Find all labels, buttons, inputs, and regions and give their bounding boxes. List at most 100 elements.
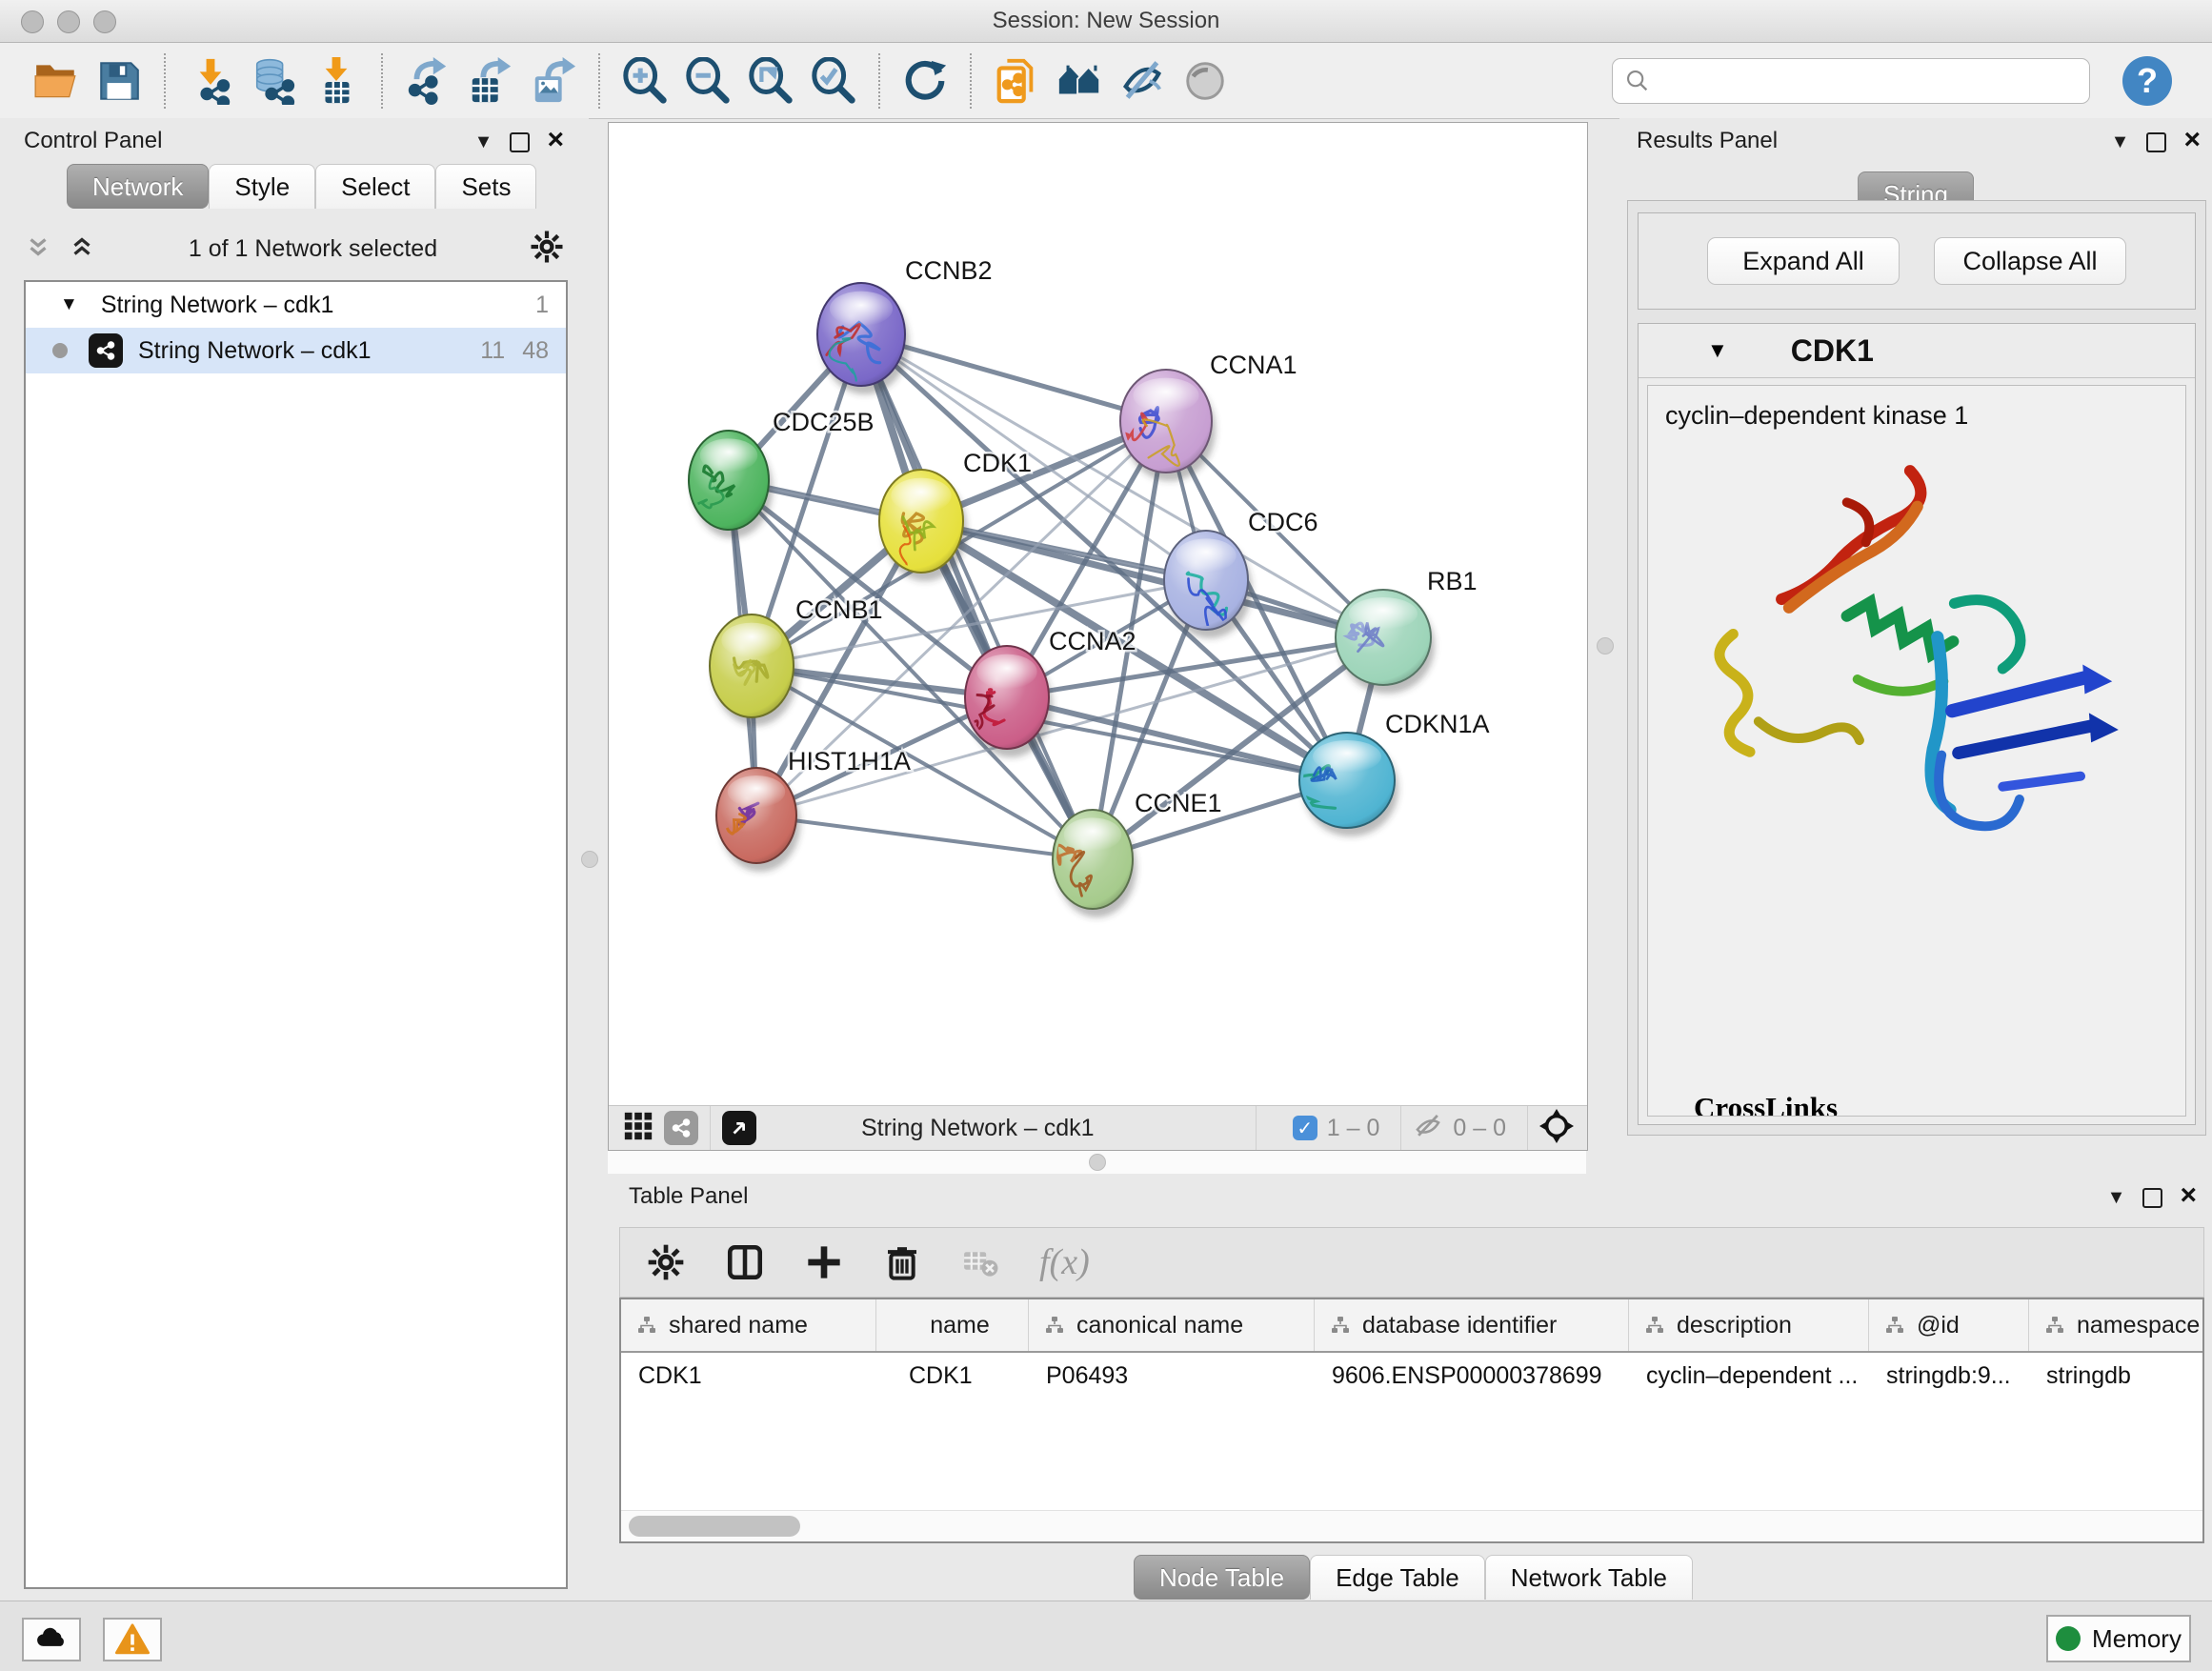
selected-nodes-checkbox[interactable]: ✓ [1293,1116,1317,1140]
warnings-button[interactable] [103,1618,162,1661]
zoom-in-button[interactable] [618,54,672,108]
cloud-icon [34,1622,69,1657]
gene-description: cyclin–dependent kinase 1 [1665,401,2185,431]
results-panel-close-icon[interactable]: × [2183,126,2201,154]
tab-network-table[interactable]: Network Table [1485,1555,1693,1600]
import-network-from-database-button[interactable] [247,54,300,108]
table-options-gear-icon[interactable] [647,1243,685,1281]
bottom-splitter[interactable] [608,1149,1586,1175]
collapse-all-networks-icon[interactable] [68,232,96,266]
network-node-CCNB2[interactable] [817,283,909,394]
column-header-database-identifier[interactable]: database identifier [1315,1299,1629,1351]
tab-network[interactable]: Network [67,164,209,209]
network-list-toolbar: 1 of 1 Network selected [24,225,564,272]
network-canvas[interactable]: CCNB2CCNA1CDC25BCDK1CDC6RB1CCNB1CCNA2CDK… [609,123,1585,1104]
string-results-buttons: Expand All Collapse All [1638,212,2196,310]
status-bar: Memory [0,1601,2212,1671]
control-panel-close-icon[interactable]: × [547,126,564,154]
zoom-fit-button[interactable] [744,54,797,108]
scrollbar-thumb[interactable] [629,1516,800,1537]
column-header-canonical-name[interactable]: canonical name [1029,1299,1315,1351]
export-table-button[interactable] [464,54,517,108]
table-panel-float-icon[interactable]: ▼ [2107,1188,2126,1207]
select-columns-icon[interactable] [725,1242,765,1282]
zoom-out-button[interactable] [681,54,734,108]
results-panel-undock-icon[interactable] [2146,132,2166,152]
warning-icon [115,1622,150,1657]
left-splitter[interactable] [572,118,608,1601]
import-network-button[interactable] [184,54,237,108]
toggle-glass-design-button[interactable] [1116,54,1169,108]
network-row-selected[interactable]: String Network – cdk1 11 48 [26,328,566,373]
node-label-CCNB2: CCNB2 [905,256,993,285]
results-panel-float-icon[interactable]: ▼ [2111,132,2130,151]
gene-collapse-icon[interactable]: ▼ [1707,338,1728,363]
cloud-button[interactable] [22,1618,81,1661]
column-header-namespace[interactable]: namespace [2029,1299,2204,1351]
crosslinks-section: CrossLinks Uniprot:P06493GeneCard:P06493… [1694,1091,2166,1117]
refresh-button[interactable] [898,54,952,108]
table-cell: P06493 [1029,1353,1315,1399]
eye-button[interactable] [1178,54,1232,108]
network-current-dot [52,343,68,358]
table-horizontal-scrollbar[interactable] [621,1510,2202,1541]
column-header-@id[interactable]: @id [1869,1299,2029,1351]
delete-column-icon[interactable] [883,1243,921,1281]
network-node-CCNB1[interactable] [710,614,797,726]
string-results-container: Expand All Collapse All ▼ CDK1 cyclin–de… [1627,200,2206,1136]
hidden-counts: 0 – 0 [1453,1115,1506,1142]
network-share-icon[interactable] [664,1111,698,1145]
open-session-button[interactable] [30,54,83,108]
gene-section: ▼ CDK1 cyclin–dependent kinase 1 [1638,323,2196,1125]
tab-style[interactable]: Style [209,164,315,209]
network-collection-row[interactable]: ▼ String Network – cdk1 1 [26,282,566,328]
node-label-CCNE1: CCNE1 [1135,789,1222,817]
network-view-toolbar: String Network – cdk1 ✓ 1 – 0 0 – 0 [609,1105,1587,1150]
table-panel-close-icon[interactable]: × [2180,1181,2197,1210]
save-session-button[interactable] [92,54,146,108]
network-options-gear-icon[interactable] [530,230,564,269]
add-column-icon[interactable] [805,1243,843,1281]
results-panel-title: Results Panel [1637,128,1778,154]
tab-sets[interactable]: Sets [435,164,536,209]
control-panel-float-icon[interactable]: ▼ [474,132,493,151]
network-node-CCNE1[interactable] [1053,810,1136,917]
expand-all-button[interactable]: Expand All [1707,237,1900,285]
hidden-eye-icon[interactable] [1413,1111,1443,1146]
gene-section-header[interactable]: ▼ CDK1 [1639,324,2195,378]
collapse-all-button[interactable]: Collapse All [1934,237,2126,285]
right-splitter[interactable] [1587,118,1623,1174]
home-networks-button[interactable] [1053,54,1106,108]
table-cell: stringdb [2029,1353,2204,1399]
import-table-button[interactable] [310,54,363,108]
table-row[interactable]: CDK1CDK1P064939606.ENSP00000378699cyclin… [621,1353,2202,1399]
table-cell: cyclin–dependent ... [1629,1353,1869,1399]
export-network-button[interactable] [401,54,454,108]
expand-all-networks-icon[interactable] [24,232,52,266]
zoom-selected-button[interactable] [807,54,860,108]
column-header-shared-name[interactable]: shared name [621,1299,876,1351]
table-panel-undock-icon[interactable] [2142,1188,2162,1208]
column-header-name[interactable]: name [876,1299,1029,1351]
help-button[interactable]: ? [2122,56,2172,106]
tab-edge-table[interactable]: Edge Table [1310,1555,1485,1600]
search-input[interactable] [1651,67,2089,95]
tab-node-table[interactable]: Node Table [1134,1555,1310,1600]
birds-eye-view-icon[interactable] [1539,1109,1574,1148]
tab-select[interactable]: Select [315,164,435,209]
column-header-description[interactable]: description [1629,1299,1869,1351]
protein-structure-image [1686,439,2134,839]
memory-status-dot [2056,1626,2081,1651]
network-node-RB1[interactable] [1336,590,1435,694]
network-node-CDC25B[interactable] [682,431,773,538]
window-title: Session: New Session [0,8,2212,34]
table-header-row: shared namenamecanonical namedatabase id… [621,1299,2202,1353]
control-panel: Control Panel ▼ × NetworkStyleSelectSets… [0,118,589,1601]
open-in-window-icon[interactable] [722,1111,756,1145]
collection-expand-icon[interactable]: ▼ [60,294,78,315]
control-panel-undock-icon[interactable] [510,132,530,152]
copy-network-button[interactable] [990,54,1043,108]
export-image-button[interactable] [527,54,580,108]
show-grid-icon[interactable] [622,1110,654,1147]
memory-button[interactable]: Memory [2046,1615,2191,1662]
